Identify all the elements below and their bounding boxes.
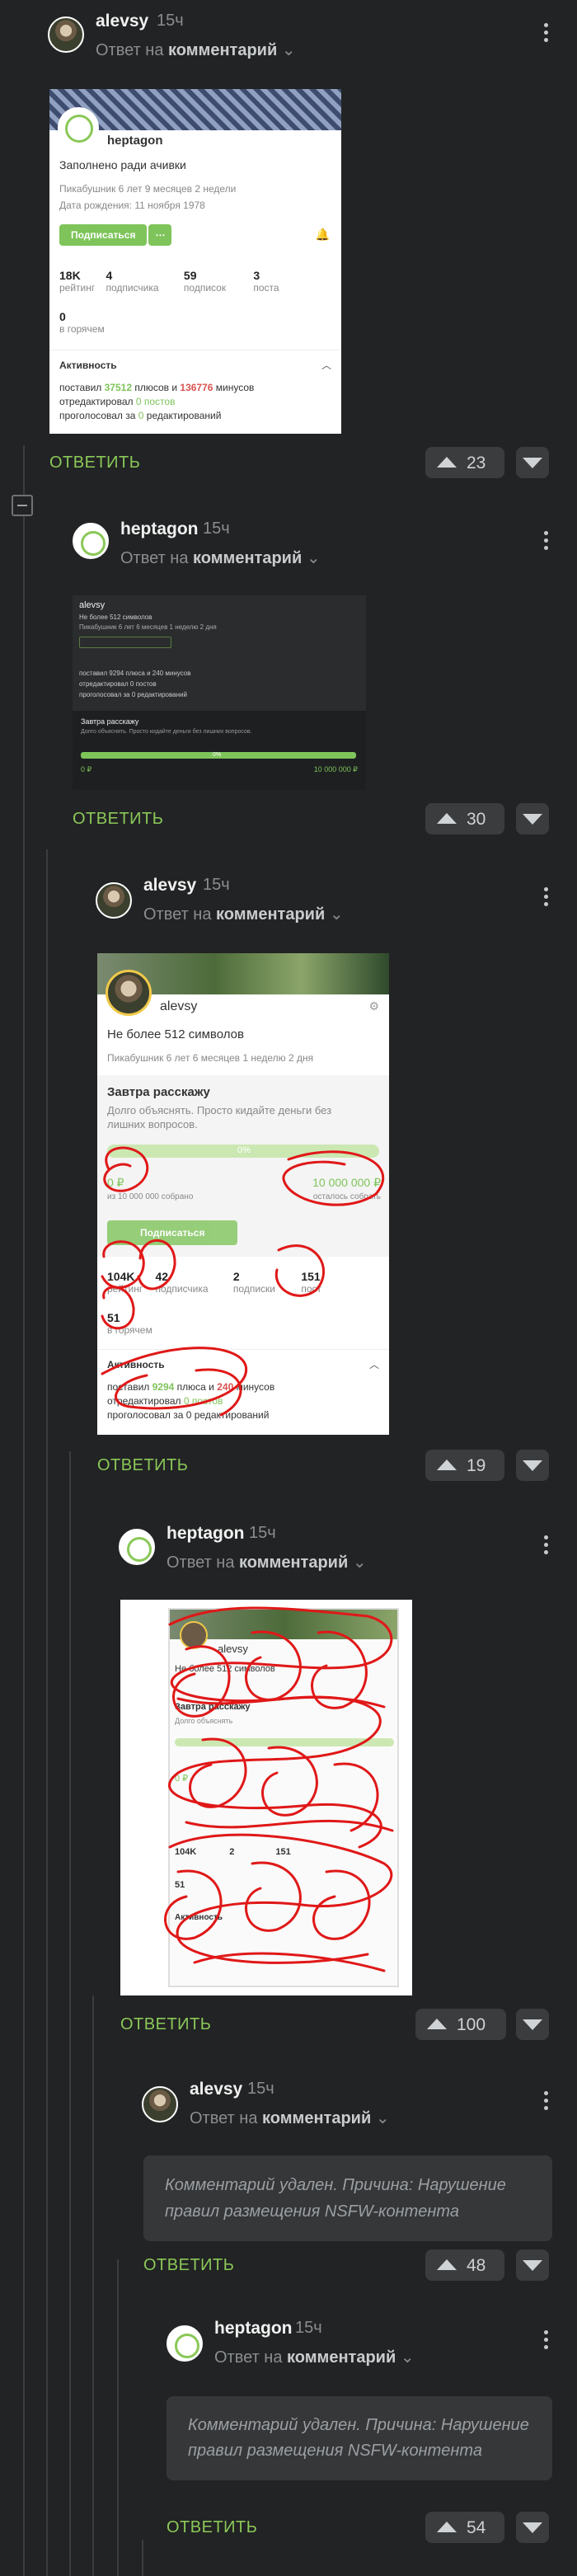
profile-screenshot: alevsy Не более 512 символов Пикабушник …	[73, 595, 366, 790]
more-options-icon[interactable]	[544, 1535, 549, 1558]
arrow-up-icon	[437, 457, 457, 468]
chevron-down-icon: ⌄	[281, 41, 296, 59]
author-name[interactable]: heptagon	[214, 2319, 293, 2339]
reply-to-link[interactable]: Ответ на комментарий ⌄	[214, 2347, 415, 2367]
author-name[interactable]: alevsy	[96, 12, 148, 31]
subscribe-button: Подписаться	[59, 224, 148, 246]
card-username: heptagon	[107, 134, 163, 148]
reply-button[interactable]: ОТВЕТИТЬ	[120, 2015, 211, 2034]
avatar[interactable]	[142, 2086, 178, 2122]
reply-button[interactable]: ОТВЕТИТЬ	[167, 2518, 257, 2537]
avatar[interactable]	[96, 882, 132, 919]
comment-time: 15ч	[247, 2080, 274, 2098]
chevron-down-icon: ⌄	[306, 549, 321, 567]
gear-icon: ⚙	[368, 999, 379, 1013]
upvote-button[interactable]: 100	[415, 2009, 506, 2040]
card-status: Заполнено ради ачивки	[59, 158, 186, 172]
author-name[interactable]: heptagon	[120, 519, 199, 539]
comment-time: 15ч	[203, 519, 230, 538]
reply-to-link[interactable]: Ответ на комментарий ⌄	[120, 548, 321, 568]
chevron-down-icon: ⌄	[400, 2348, 415, 2367]
avatar[interactable]	[119, 1529, 155, 1565]
author-name[interactable]: heptagon	[167, 1524, 245, 1544]
reply-to-link[interactable]: Ответ на комментарий ⌄	[143, 904, 344, 924]
downvote-button[interactable]	[516, 803, 549, 834]
deleted-comment-notice: Комментарий удален. Причина: Нарушение п…	[167, 2396, 552, 2480]
avatar[interactable]	[48, 16, 84, 53]
comment-time: 15ч	[295, 2319, 322, 2337]
author-name[interactable]: alevsy	[143, 876, 196, 895]
more-options-icon[interactable]	[544, 531, 549, 553]
upvote-button[interactable]: 54	[425, 2512, 504, 2543]
downvote-button[interactable]	[516, 1450, 549, 1481]
reply-button[interactable]: ОТВЕТИТЬ	[73, 810, 163, 829]
author-name[interactable]: alevsy	[190, 2080, 242, 2099]
avatar[interactable]	[73, 523, 109, 559]
comment-time: 15ч	[249, 1524, 276, 1542]
collapse-thread-button[interactable]	[12, 495, 33, 516]
reply-to-link[interactable]: Ответ на комментарий ⌄	[167, 1552, 367, 1572]
downvote-button[interactable]	[516, 2009, 549, 2040]
chevron-down-icon: ⌄	[329, 905, 344, 924]
bell-icon: 🔔	[315, 228, 330, 241]
chevron-down-icon: ⌄	[375, 2109, 390, 2127]
comment-time: 15ч	[157, 12, 184, 30]
reply-button[interactable]: ОТВЕТИТЬ	[143, 2256, 234, 2275]
comment-time: 15ч	[203, 876, 230, 894]
deleted-comment-notice: Комментарий удален. Причина: Нарушение п…	[143, 2155, 552, 2241]
reply-button[interactable]: ОТВЕТИТЬ	[97, 1456, 188, 1475]
profile-screenshot: heptagon Заполнено ради ачивки Пикабушни…	[49, 89, 341, 434]
downvote-button[interactable]	[516, 2512, 549, 2543]
more-options-icon[interactable]	[544, 23, 549, 45]
more-options-icon[interactable]	[544, 2091, 549, 2113]
upvote-button[interactable]: 23	[425, 447, 504, 478]
upvote-button[interactable]: 48	[425, 2249, 504, 2281]
chevron-down-icon: ⌄	[352, 1554, 367, 1572]
more-options-icon[interactable]	[544, 2330, 549, 2353]
downvote-button[interactable]	[516, 447, 549, 478]
reply-to-link[interactable]: Ответ на комментарий ⌄	[96, 40, 296, 60]
profile-screenshot: alevsy Не более 512 символов Завтра расс…	[120, 1600, 412, 1995]
profile-screenshot: alevsy ⚙ Не более 512 символов Пикабушни…	[97, 953, 389, 1435]
reply-button[interactable]: ОТВЕТИТЬ	[49, 454, 140, 472]
reply-to-link[interactable]: Ответ на комментарий ⌄	[190, 2108, 390, 2128]
downvote-button[interactable]	[516, 2249, 549, 2281]
upvote-button[interactable]: 19	[425, 1450, 504, 1481]
upvote-button[interactable]: 30	[425, 803, 504, 834]
more-options-icon[interactable]	[544, 887, 549, 910]
avatar[interactable]	[167, 2325, 203, 2362]
